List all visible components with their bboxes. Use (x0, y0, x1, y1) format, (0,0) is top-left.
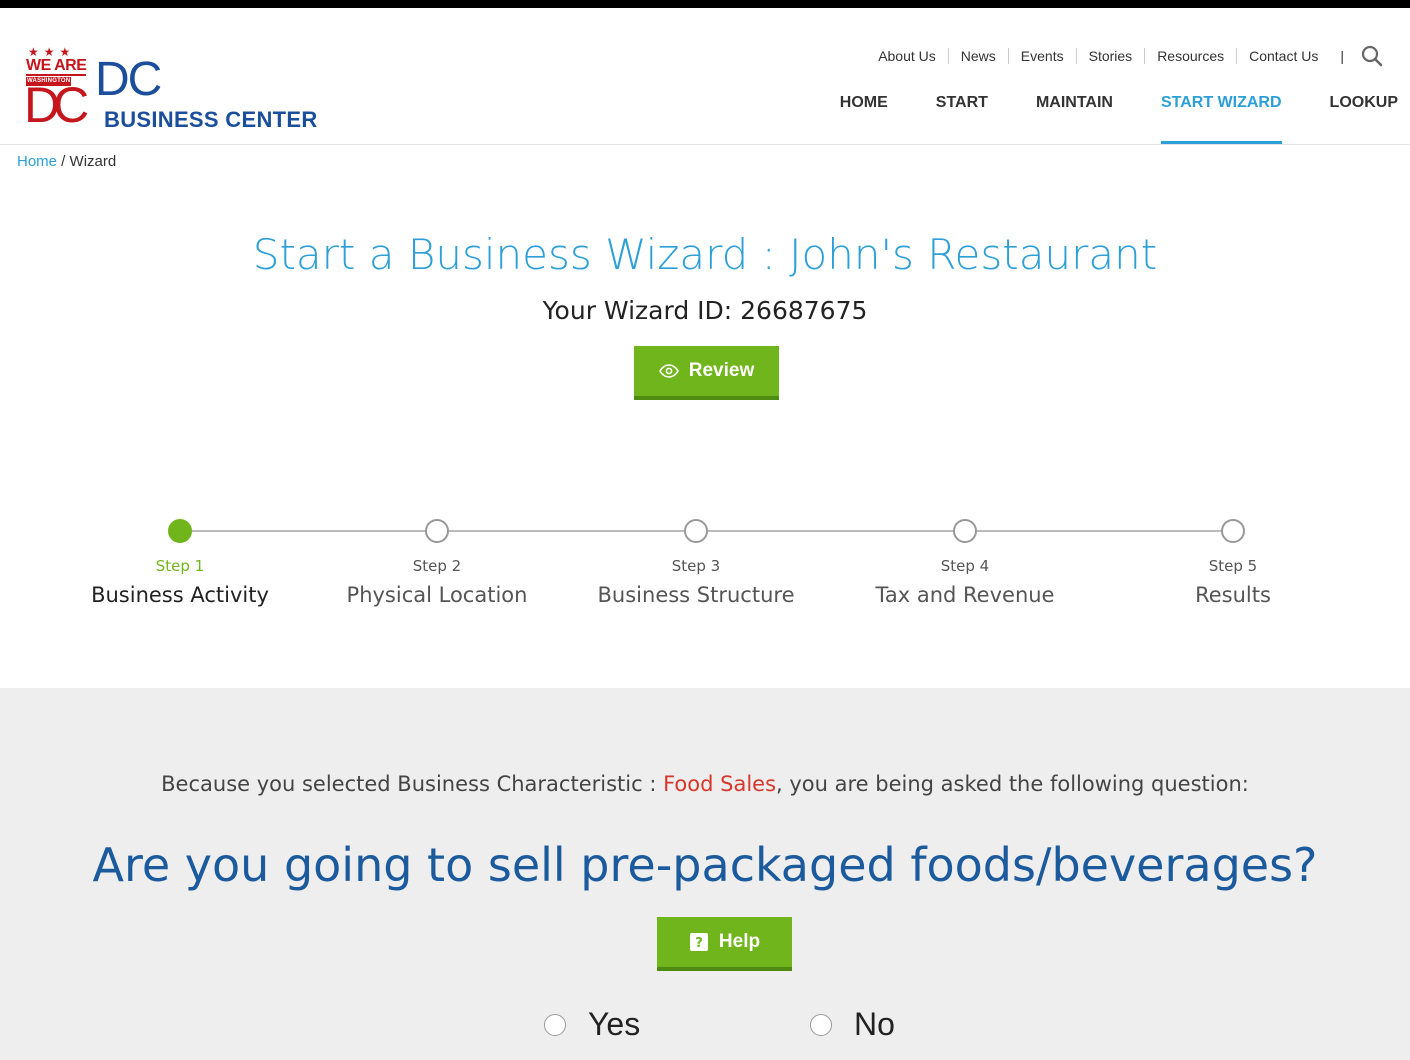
page: ★★★ WE ARE WASHINGTON DC DC BUSINESS CEN… (0, 0, 1410, 1060)
wizard-stepper: Step 1 Business Activity Step 2 Physical… (0, 513, 1410, 643)
breadcrumb-current: Wizard (69, 153, 117, 170)
nav-events[interactable]: Events (1007, 48, 1076, 64)
step-4-number: Step 4 (940, 557, 990, 575)
step-3[interactable]: Step 3 Business Structure (566, 513, 826, 607)
step-3-indicator (684, 519, 708, 543)
no-label: No (854, 1006, 895, 1042)
step-5-number: Step 5 (1208, 557, 1258, 575)
svg-text:?: ? (695, 936, 703, 951)
site-header: ★★★ WE ARE WASHINGTON DC DC BUSINESS CEN… (0, 8, 1410, 145)
business-characteristic-highlight: Food Sales (663, 772, 777, 796)
nav-contact-us[interactable]: Contact Us (1236, 48, 1330, 64)
option-no[interactable]: No (810, 1006, 895, 1043)
nav-separator: | (1340, 48, 1344, 64)
utility-nav: About Us News Events Stories Resources C… (866, 44, 1384, 68)
step-4-label: Tax and Revenue (875, 583, 1055, 607)
question-context: Because you selected Business Characteri… (0, 772, 1410, 796)
option-yes[interactable]: Yes (544, 1006, 640, 1043)
step-2[interactable]: Step 2 Physical Location (307, 513, 567, 607)
help-icon: ? (689, 932, 709, 952)
step-3-label: Business Structure (597, 583, 795, 607)
breadcrumb-separator: / (57, 153, 70, 170)
logo-dc-mark: DC (24, 77, 89, 133)
yes-label: Yes (588, 1006, 641, 1042)
yes-radio[interactable] (544, 1013, 566, 1036)
logo-dc-text: DC (95, 53, 162, 106)
step-3-number: Step 3 (671, 557, 721, 575)
no-radio[interactable] (810, 1013, 832, 1036)
search-icon[interactable] (1360, 44, 1384, 68)
step-2-indicator (425, 519, 449, 543)
step-5[interactable]: Step 5 Results (1103, 513, 1363, 607)
eye-icon (658, 364, 679, 378)
breadcrumb: Home / Wizard (17, 153, 116, 170)
breadcrumb-home-link[interactable]: Home (17, 153, 57, 170)
question-panel: Because you selected Business Characteri… (0, 688, 1410, 1060)
step-1-indicator (168, 519, 192, 543)
logo-business-center-text: BUSINESS CENTER (104, 107, 318, 132)
nav-news[interactable]: News (947, 48, 1008, 64)
review-button[interactable]: Review (634, 346, 779, 400)
answer-options: Yes No (0, 1006, 1410, 1046)
context-suffix: , you are being asked the following ques… (776, 772, 1249, 796)
page-title: Start a Business Wizard : John's Restaur… (252, 230, 1158, 279)
step-4[interactable]: Step 4 Tax and Revenue (835, 513, 1095, 607)
context-prefix: Because you selected Business Characteri… (161, 772, 664, 796)
step-2-number: Step 2 (412, 557, 462, 575)
help-button[interactable]: ? Help (657, 917, 792, 971)
dc-business-center-logo[interactable]: ★★★ WE ARE WASHINGTON DC DC BUSINESS CEN… (24, 46, 326, 134)
logo-we-are-text: WE ARE (26, 57, 87, 76)
step-1-number: Step 1 (155, 557, 205, 575)
main-nav: HOME START MAINTAIN START WIZARD LOOKUP (792, 92, 1398, 144)
step-1-label: Business Activity (91, 583, 269, 607)
wizard-id: Your Wizard ID: 26687675 (542, 296, 868, 325)
nav-maintain[interactable]: MAINTAIN (1036, 92, 1113, 144)
step-2-label: Physical Location (346, 583, 528, 607)
step-1[interactable]: Step 1 Business Activity (50, 513, 310, 607)
nav-lookup[interactable]: LOOKUP (1330, 92, 1398, 144)
review-label: Review (688, 360, 755, 381)
nav-stories[interactable]: Stories (1075, 48, 1145, 64)
nav-start[interactable]: START (936, 92, 988, 144)
step-5-label: Results (1195, 583, 1271, 607)
nav-resources[interactable]: Resources (1144, 48, 1236, 64)
help-label: Help (718, 931, 761, 952)
we-are-washington-dc-mark: ★★★ WE ARE WASHINGTON DC (24, 46, 90, 134)
nav-home[interactable]: HOME (840, 92, 888, 144)
step-5-indicator (1221, 519, 1245, 543)
step-4-indicator (953, 519, 977, 543)
question-text: Are you going to sell pre-packaged foods… (92, 838, 1318, 892)
nav-start-wizard[interactable]: START WIZARD (1160, 92, 1282, 144)
nav-about-us[interactable]: About Us (866, 48, 948, 64)
